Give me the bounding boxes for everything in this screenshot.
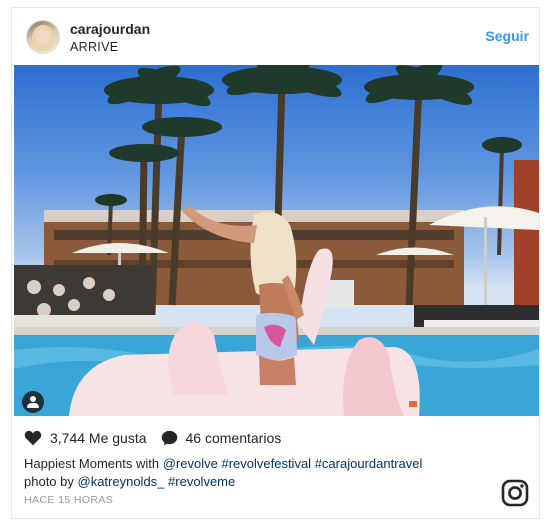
hashtag-link[interactable]: #revolvefestival — [221, 456, 311, 471]
hashtag-link[interactable]: #revolveme — [168, 474, 235, 489]
post-header: carajourdan ARRIVE Seguir — [12, 8, 539, 65]
heart-icon[interactable] — [24, 430, 42, 446]
post-caption: Happiest Moments with @revolve #revolvef… — [24, 455, 504, 491]
timestamp[interactable]: HACE 15 HORAS — [24, 494, 113, 506]
mention-link[interactable]: @revolve — [163, 456, 218, 471]
caption-line-2: photo by @katreynolds_ #revolveme — [24, 473, 504, 491]
comment-icon[interactable] — [161, 430, 178, 446]
instagram-icon[interactable] — [501, 479, 529, 507]
hashtag-link[interactable]: #carajourdantravel — [315, 456, 423, 471]
pool-scene — [14, 65, 539, 416]
username[interactable]: carajourdan — [70, 21, 150, 37]
mention-link[interactable]: @katreynolds_ — [78, 474, 165, 489]
instagram-post-card: carajourdan ARRIVE Seguir 3,744 Me gusta… — [11, 7, 540, 519]
avatar-face — [36, 28, 50, 45]
caption-line-1: Happiest Moments with @revolve #revolvef… — [24, 455, 504, 473]
comments-count[interactable]: 46 comentarios — [186, 430, 282, 446]
caption-text: Happiest Moments with — [24, 456, 163, 471]
tagged-users-icon[interactable] — [22, 391, 44, 413]
likes-count[interactable]: 3,744 Me gusta — [50, 430, 147, 446]
caption-text: photo by — [24, 474, 78, 489]
location[interactable]: ARRIVE — [70, 40, 118, 54]
avatar[interactable] — [26, 20, 60, 54]
post-actions: 3,744 Me gusta 46 comentarios — [24, 428, 281, 448]
post-photo[interactable] — [14, 65, 539, 416]
follow-button[interactable]: Seguir — [485, 28, 529, 44]
